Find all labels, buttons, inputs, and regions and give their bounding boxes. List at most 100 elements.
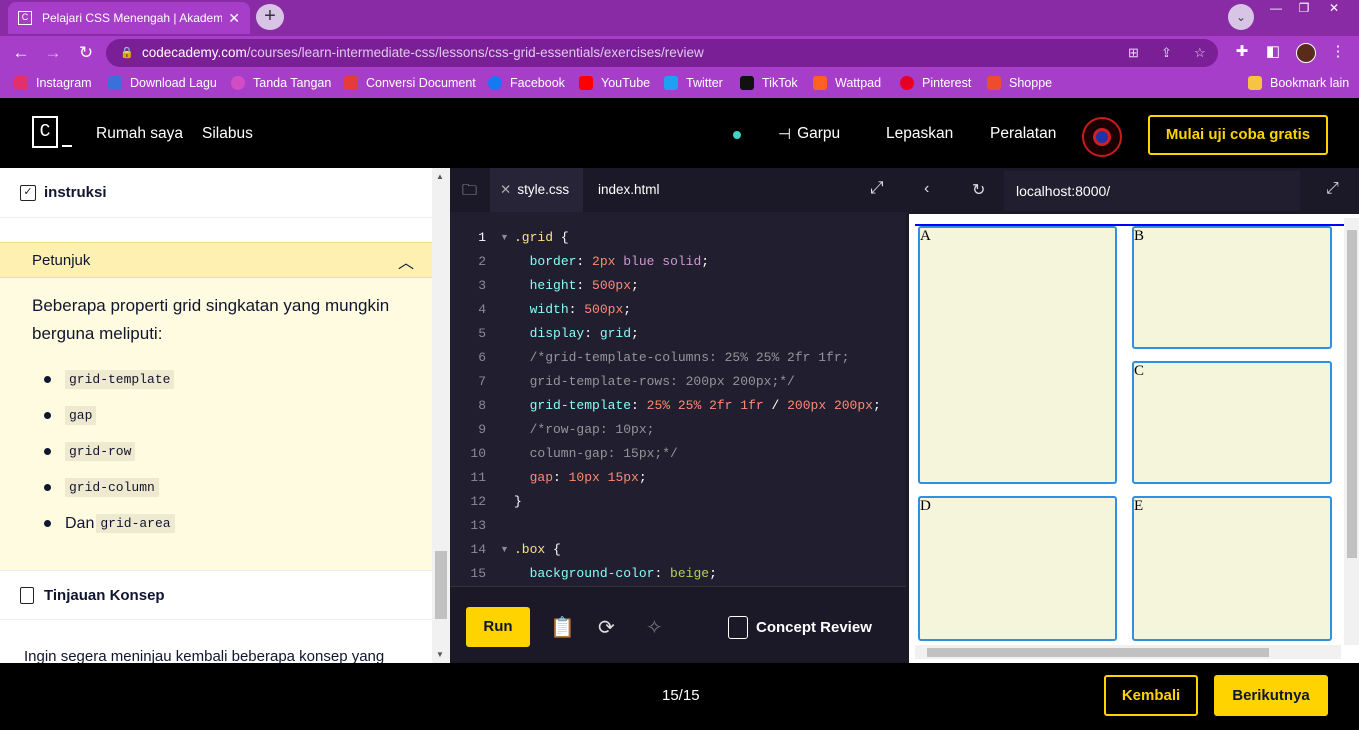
- preview-horizontal-scrollbar[interactable]: [915, 645, 1341, 659]
- nav-home[interactable]: Rumah saya: [96, 125, 183, 143]
- clipboard-icon[interactable]: 📋: [550, 615, 575, 640]
- bookmark-conversi-document[interactable]: Conversi Document: [344, 76, 476, 90]
- bookmark-youtube[interactable]: YouTube: [579, 76, 650, 90]
- reset-icon[interactable]: ⟳: [598, 615, 615, 640]
- youtube-icon: [579, 76, 593, 90]
- list-item: grid-template: [44, 370, 175, 389]
- release-button[interactable]: Lepaskan: [886, 125, 953, 143]
- scrollbar-thumb[interactable]: [1347, 230, 1357, 558]
- bookmark-twitter[interactable]: Twitter: [664, 76, 723, 90]
- preview-toolbar: ‹ ↻ localhost:8000/ ⤢: [906, 168, 1359, 214]
- list-item: grid-column: [44, 478, 159, 497]
- chevron-left-icon[interactable]: ‹: [924, 180, 929, 198]
- site-header: C Rumah saya Silabus ⊣ Garpu Lepaskan Per…: [0, 98, 1359, 168]
- scrollbar-thumb[interactable]: [927, 648, 1269, 657]
- preview-browser: ‹ ↻ localhost:8000/ ⤢ A B C D E: [906, 168, 1359, 663]
- instructions-title: instruksi: [44, 184, 107, 201]
- tiktok-icon: [740, 76, 754, 90]
- preview-viewport: A B C D E: [909, 214, 1359, 663]
- translate-icon[interactable]: ⊞: [1128, 39, 1139, 67]
- scroll-up-icon[interactable]: ▲: [436, 172, 444, 181]
- signature-icon: [231, 76, 245, 90]
- codecademy-logo[interactable]: C: [32, 116, 58, 148]
- chevron-up-icon: ︿: [398, 255, 415, 272]
- list-item: Dan grid-area: [44, 514, 175, 533]
- expand-icon[interactable]: ⤢: [1326, 180, 1339, 198]
- bookmark-instagram[interactable]: Instagram: [14, 76, 92, 90]
- bookmark-other[interactable]: Bookmark lain: [1248, 76, 1349, 90]
- instructions-header[interactable]: ✓ instruksi: [0, 168, 432, 218]
- back-arrow-icon[interactable]: ←: [10, 42, 32, 64]
- bookmark-star-icon[interactable]: ☆: [1194, 39, 1206, 67]
- profile-avatar[interactable]: [1296, 43, 1316, 63]
- folder-icon[interactable]: 🗀: [462, 180, 477, 205]
- fold-arrow-icon[interactable]: ▼: [500, 544, 509, 554]
- url-host: codecademy.com: [142, 45, 247, 60]
- side-panel-icon[interactable]: ◧: [1262, 42, 1284, 60]
- url-field[interactable]: 🔒 codecademy.com/courses/learn-intermedi…: [106, 39, 1218, 67]
- instagram-icon: [14, 76, 28, 90]
- bookmark-shoppe[interactable]: Shoppe: [987, 76, 1052, 90]
- expand-icon[interactable]: ⤢: [870, 178, 884, 198]
- forward-arrow-icon[interactable]: →: [42, 42, 64, 64]
- bookmark-facebook[interactable]: Facebook: [488, 76, 565, 90]
- reload-icon[interactable]: ↻: [75, 42, 97, 64]
- tab-search-icon[interactable]: ⌄: [1228, 4, 1254, 30]
- scrollbar-thumb[interactable]: [435, 551, 447, 619]
- hint-toggle[interactable]: Petunjuk ︿: [0, 242, 432, 278]
- tab-index-html[interactable]: index.html: [598, 168, 660, 212]
- scroll-down-icon[interactable]: ▼: [436, 650, 444, 659]
- bookmark-tiktok[interactable]: TikTok: [740, 76, 798, 90]
- next-button[interactable]: Berikutnya: [1214, 675, 1328, 716]
- close-file-icon[interactable]: ✕: [500, 182, 511, 197]
- lesson-footer: 15/15 Kembali Berikutnya: [0, 663, 1359, 730]
- user-avatar-badge[interactable]: [1082, 117, 1122, 157]
- fork-button[interactable]: ⊣ Garpu: [778, 125, 840, 143]
- code-line: column-gap: 15px;*/: [514, 446, 678, 461]
- run-button[interactable]: Run: [466, 607, 530, 647]
- close-tab-icon[interactable]: ✕: [228, 10, 240, 27]
- concept-review-header[interactable]: Tinjauan Konsep: [0, 570, 432, 620]
- fold-arrow-icon[interactable]: ▼: [500, 232, 509, 242]
- document-icon: [728, 616, 748, 639]
- url-path: /courses/learn-intermediate-css/lessons/…: [246, 45, 704, 60]
- minimize-icon[interactable]: —: [1262, 0, 1290, 18]
- preview-vertical-scrollbar[interactable]: [1344, 218, 1359, 645]
- tools-button[interactable]: Peralatan: [990, 125, 1056, 143]
- extensions-icon[interactable]: ✚: [1231, 42, 1253, 60]
- code-line: display: grid;: [529, 326, 639, 341]
- heart-icon: [344, 76, 358, 90]
- share-icon[interactable]: ⇪: [1161, 39, 1172, 67]
- close-window-icon[interactable]: ✕: [1318, 0, 1350, 18]
- wattpad-icon: [813, 76, 827, 90]
- lesson-panel: ✓ instruksi Petunjuk ︿ Beberapa properti…: [0, 168, 450, 663]
- bookmark-download-lagu[interactable]: Download Lagu: [108, 76, 217, 90]
- bookmark-wattpad[interactable]: Wattpad: [813, 76, 881, 90]
- restore-icon[interactable]: ❐: [1290, 0, 1318, 18]
- bookmark-pinterest[interactable]: Pinterest: [900, 76, 971, 90]
- new-tab-button[interactable]: +: [256, 4, 284, 30]
- folder-icon: [1248, 76, 1262, 90]
- grid-box-d: D: [918, 496, 1117, 641]
- tab-style-css[interactable]: ✕ style.css: [490, 168, 584, 212]
- preview-url-field[interactable]: localhost:8000/: [1004, 171, 1300, 211]
- code-editor: 🗀 ✕ style.css index.html ⤢ 1 2 3 4 5 6 7 …: [450, 168, 906, 663]
- lesson-scrollbar[interactable]: ▲ ▼: [432, 168, 450, 663]
- pinterest-icon: [900, 76, 914, 90]
- fork-icon: ⊣: [778, 126, 792, 143]
- browser-tab[interactable]: C Pelajari CSS Menengah | Akadem ✕: [8, 2, 250, 34]
- free-trial-button[interactable]: Mulai uji coba gratis: [1148, 115, 1328, 155]
- back-button[interactable]: Kembali: [1104, 675, 1198, 716]
- code-line: .box {: [514, 542, 561, 557]
- code-line: height: 500px;: [529, 278, 639, 293]
- concept-review-button[interactable]: Concept Review: [728, 616, 872, 639]
- code-line: grid-template-rows: 200px 200px;*/: [514, 374, 795, 389]
- hint-text: Beberapa properti grid singkatan yang mu…: [32, 296, 390, 343]
- music-icon: [108, 76, 122, 90]
- refresh-icon[interactable]: ↻: [972, 180, 985, 200]
- magic-wand-icon[interactable]: ✧: [646, 615, 663, 640]
- bookmark-tanda-tangan[interactable]: Tanda Tangan: [231, 76, 331, 90]
- menu-kebab-icon[interactable]: ⋮: [1327, 42, 1349, 60]
- code-line: gap: 10px 15px;: [529, 470, 647, 485]
- nav-syllabus[interactable]: Silabus: [202, 125, 253, 143]
